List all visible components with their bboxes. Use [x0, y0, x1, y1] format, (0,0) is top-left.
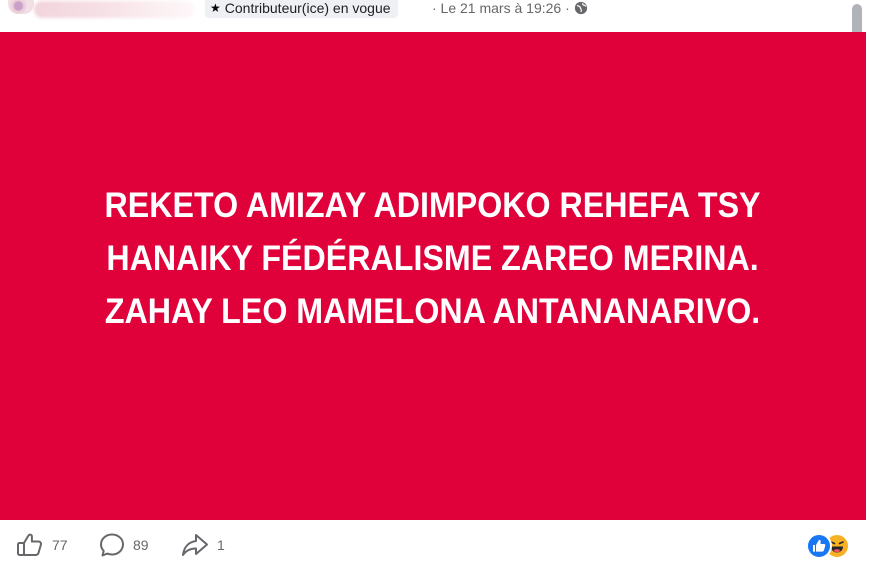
- badge-label: Contributeur(ice) en vogue: [224, 0, 391, 16]
- comment-bubble-icon: [99, 532, 125, 558]
- post-date[interactable]: · Le 21 mars à 19:26 ·: [432, 0, 570, 16]
- star-icon: ★: [210, 0, 221, 15]
- contributor-badge[interactable]: ★ Contributeur(ice) en vogue: [205, 0, 398, 18]
- content-edge: [866, 32, 870, 520]
- post-text-line-1: REKETO AMIZAY ADIMPOKO REHEFA TSY: [104, 186, 762, 225]
- author-name-blurred[interactable]: [34, 1, 194, 18]
- post-header: ★ Contributeur(ice) en vogue · Le 21 mar…: [0, 0, 850, 32]
- share-count: 1: [217, 537, 225, 553]
- post-text-line-2: HANAIKY FÉDÉRALISME ZAREO MERINA.: [106, 239, 760, 278]
- avatar[interactable]: [8, 0, 34, 14]
- post-text: REKETO AMIZAY ADIMPOKO REHEFA TSY HANAIK…: [105, 179, 761, 338]
- like-button[interactable]: 77: [16, 533, 68, 557]
- share-button[interactable]: 1: [181, 533, 225, 557]
- comment-button[interactable]: 89: [99, 533, 149, 557]
- post-meta: · Le 21 mars à 19:26 ·: [432, 0, 588, 17]
- share-arrow-icon: [181, 532, 209, 558]
- like-reaction-icon: [806, 533, 832, 559]
- reactions-summary[interactable]: [806, 533, 854, 559]
- globe-icon[interactable]: [574, 1, 588, 15]
- comment-count: 89: [133, 537, 149, 553]
- post-text-line-3: ZAHAY LEO MAMELONA ANTANANARIVO.: [105, 292, 761, 331]
- thumb-up-icon: [16, 532, 44, 558]
- like-count: 77: [52, 537, 68, 553]
- post-actions-bar: 77 89 1: [0, 520, 870, 570]
- post-text-card: REKETO AMIZAY ADIMPOKO REHEFA TSY HANAIK…: [0, 32, 866, 520]
